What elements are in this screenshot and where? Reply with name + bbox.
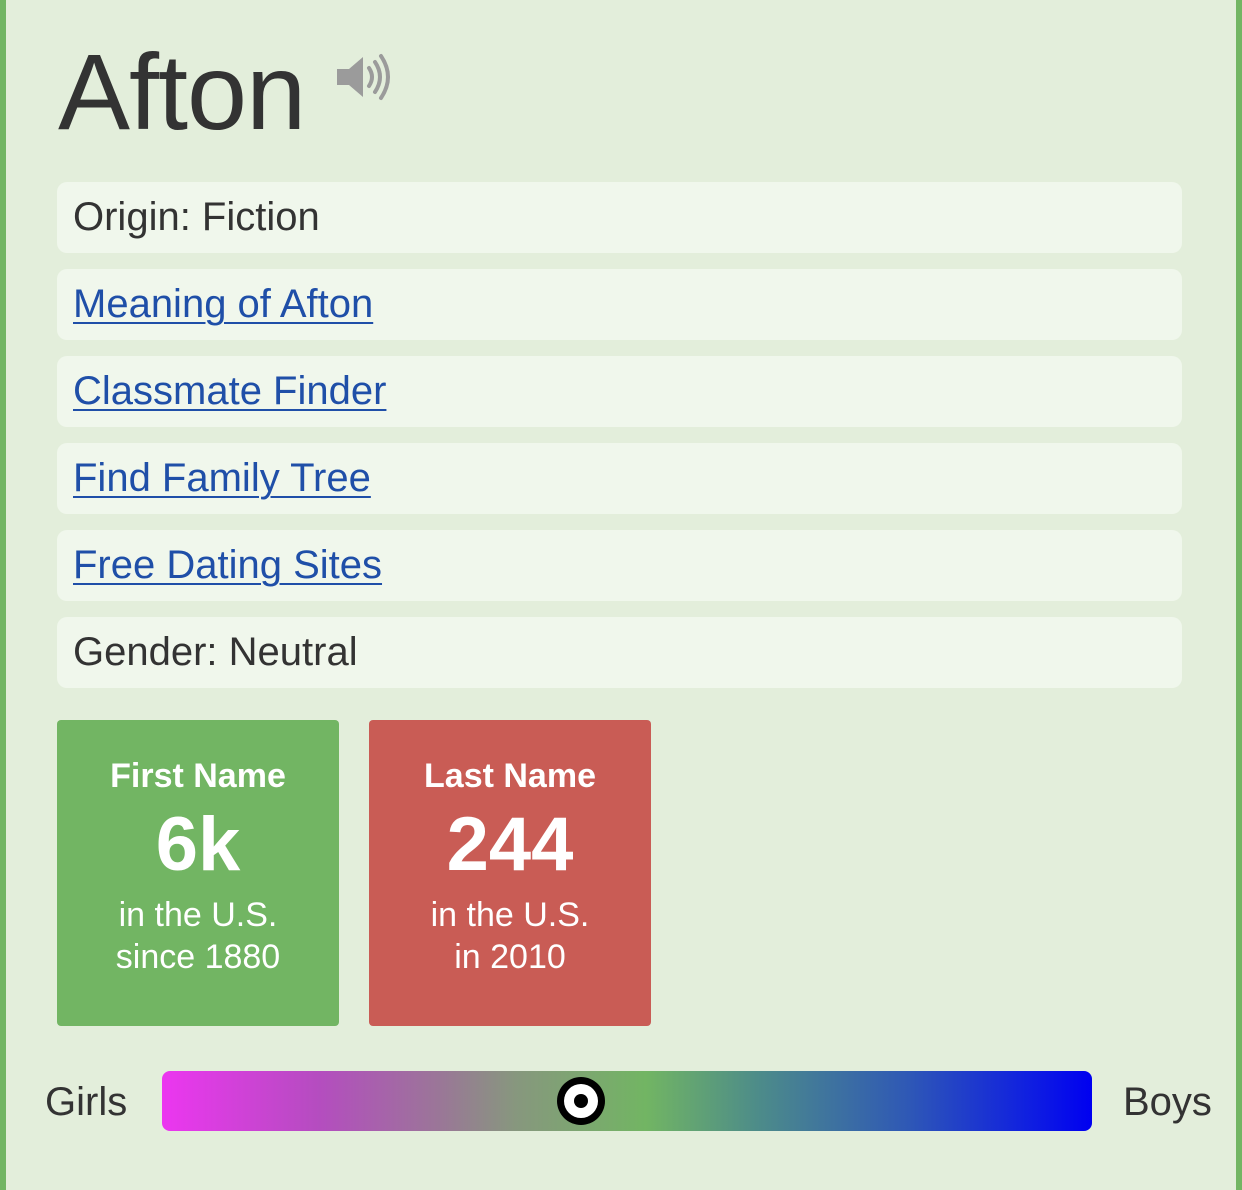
info-list: Origin: Fiction Meaning of Afton Classma…: [57, 182, 1182, 704]
title-row: Afton: [58, 36, 391, 148]
dating-sites-link[interactable]: Free Dating Sites: [73, 543, 382, 588]
gender-row: Gender: Neutral: [57, 617, 1182, 688]
family-tree-link[interactable]: Find Family Tree: [73, 456, 371, 501]
first-name-label: First Name: [110, 757, 286, 795]
classmate-finder-row: Classmate Finder: [57, 356, 1182, 427]
dating-sites-row: Free Dating Sites: [57, 530, 1182, 601]
last-name-label: Last Name: [424, 757, 596, 795]
origin-text: Origin: Fiction: [73, 195, 320, 239]
first-name-line2: since 1880: [115, 938, 281, 976]
gender-text: Gender: Neutral: [73, 630, 358, 674]
girls-label: Girls: [45, 1080, 128, 1124]
name-card: Afton Origin: Fiction Meaning of Afton C…: [0, 0, 1242, 1190]
gender-gradient-bar: [162, 1071, 1092, 1131]
last-name-stat: Last Name 244 in the U.S. in 2010: [369, 720, 651, 1026]
meaning-link[interactable]: Meaning of Afton: [73, 282, 373, 327]
first-name-line1: in the U.S.: [118, 896, 278, 934]
boys-label: Boys: [1123, 1080, 1212, 1124]
last-name-line1: in the U.S.: [430, 896, 590, 934]
speaker-icon[interactable]: [335, 53, 391, 101]
last-name-line2: in 2010: [454, 938, 566, 976]
page-title: Afton: [58, 31, 306, 152]
last-name-count: 244: [446, 802, 574, 887]
first-name-stat: First Name 6k in the U.S. since 1880: [57, 720, 339, 1026]
origin-row: Origin: Fiction: [57, 182, 1182, 253]
target-icon[interactable]: [555, 1075, 607, 1127]
meaning-row: Meaning of Afton: [57, 269, 1182, 340]
classmate-finder-link[interactable]: Classmate Finder: [73, 369, 386, 414]
gender-scale: Girls Boys: [6, 1068, 1236, 1138]
first-name-count: 6k: [155, 802, 241, 887]
family-tree-row: Find Family Tree: [57, 443, 1182, 514]
